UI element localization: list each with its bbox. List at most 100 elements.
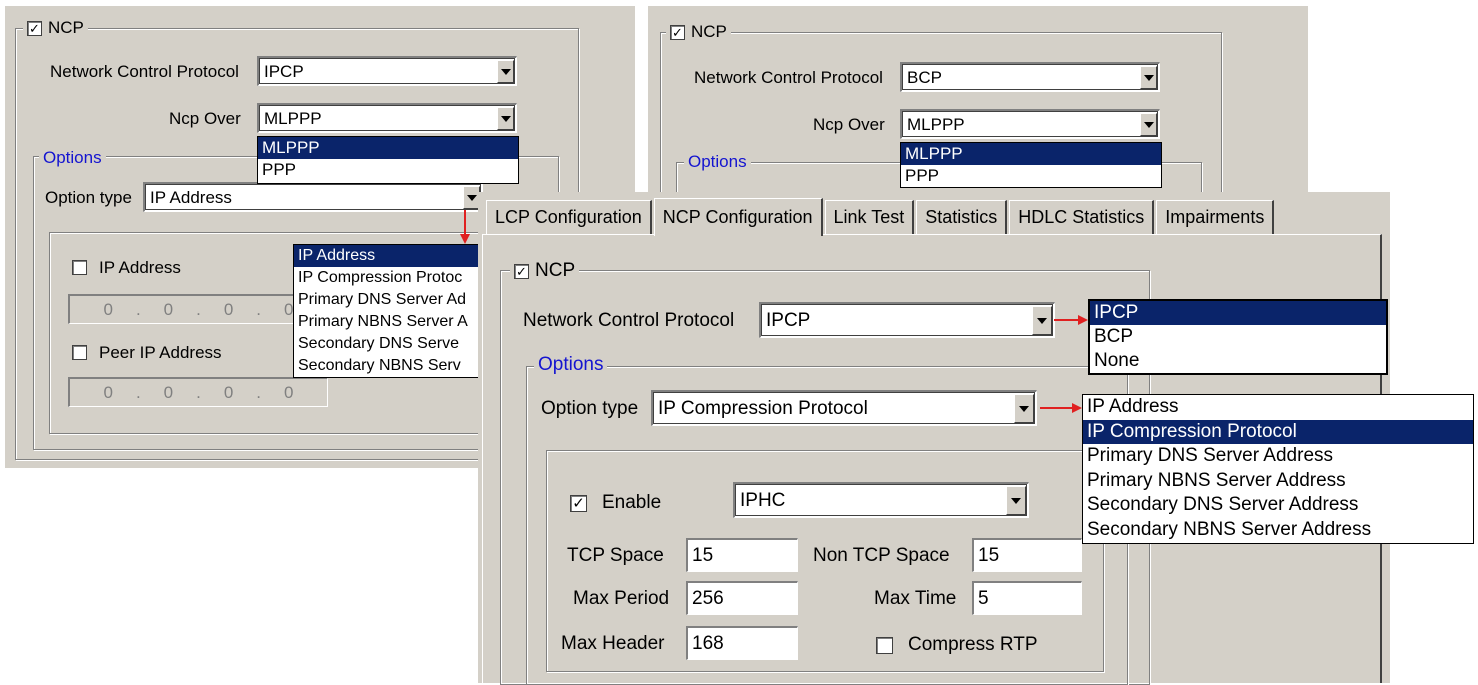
ncp-label: NCP — [535, 260, 576, 281]
octet: 0 — [103, 382, 113, 402]
option-type-dropdown-list[interactable]: IP Address IP Compression Protocol Prima… — [1082, 394, 1474, 544]
ncp-legend: ✓ NCP — [23, 18, 88, 38]
ncp-over-label: Ncp Over — [169, 109, 241, 128]
protocol-value: IPCP — [264, 61, 304, 81]
options-label: Options — [538, 354, 604, 375]
dropdown-option[interactable]: Primary DNS Server Address — [1083, 444, 1473, 469]
octet: 0 — [163, 299, 174, 319]
max-period-input[interactable]: 256 — [686, 581, 798, 615]
network-control-protocol-select[interactable]: BCP — [900, 62, 1160, 92]
dropdown-option[interactable]: IP Compression Protoc — [294, 267, 482, 289]
compression-type-select[interactable]: IPHC — [733, 482, 1029, 518]
tab-ncp-configuration[interactable]: NCP Configuration — [653, 198, 823, 236]
network-control-protocol-label: Network Control Protocol — [523, 310, 735, 331]
ncp-label: NCP — [48, 18, 84, 37]
option-type-select[interactable]: IP Address — [143, 182, 483, 212]
dropdown-option[interactable]: MLPPP — [258, 137, 518, 159]
dropdown-option[interactable]: Primary NBNS Server Address — [1083, 469, 1473, 494]
chevron-down-icon[interactable] — [1014, 394, 1034, 423]
option-type-select[interactable]: IP Compression Protocol — [651, 390, 1037, 426]
ncp-over-dropdown-list[interactable]: MLPPP PPP — [257, 136, 519, 184]
octet: 0 — [284, 382, 294, 402]
option-type-label: Option type — [45, 188, 132, 207]
chevron-down-icon[interactable] — [497, 60, 514, 83]
tab-bar: LCP Configuration NCP Configuration Link… — [486, 196, 1276, 236]
ncp-over-select[interactable]: MLPPP — [257, 103, 517, 133]
dropdown-option[interactable]: IP Address — [1083, 395, 1473, 420]
max-time-input[interactable]: 5 — [972, 581, 1082, 615]
octet: 0 — [223, 299, 234, 319]
chevron-down-icon[interactable] — [1140, 66, 1157, 89]
options-legend: Options — [684, 152, 751, 172]
ip-address-label: IP Address — [99, 258, 181, 277]
option-type-dropdown-list[interactable]: IP Address IP Compression Protoc Primary… — [293, 244, 483, 378]
chevron-down-icon[interactable] — [497, 107, 514, 130]
compress-rtp-label: Compress RTP — [908, 634, 1038, 655]
max-time-label: Max Time — [874, 588, 957, 609]
dropdown-option[interactable]: PPP — [258, 159, 518, 181]
dropdown-option[interactable]: Secondary DNS Server Address — [1083, 493, 1473, 518]
option-type-value: IP Compression Protocol — [658, 397, 868, 419]
protocol-dropdown-list[interactable]: IPCP BCP None — [1088, 299, 1388, 375]
options-label: Options — [688, 152, 747, 171]
option-type-value: IP Address — [150, 187, 232, 207]
max-header-input[interactable]: 168 — [686, 626, 798, 660]
dropdown-option[interactable]: None — [1090, 349, 1386, 373]
tab-statistics[interactable]: Statistics — [916, 200, 1008, 234]
octet: 0 — [163, 382, 174, 402]
ncp-over-dropdown-list[interactable]: MLPPP PPP — [900, 142, 1162, 188]
dropdown-option[interactable]: BCP — [1090, 325, 1386, 349]
octet: 0 — [103, 299, 113, 319]
dropdown-option[interactable]: Primary NBNS Server A — [294, 311, 482, 333]
middle-ncp-panel: ✓ NCP Network Control Protocol BCP Ncp O… — [648, 6, 1308, 204]
ncp-over-value: MLPPP — [264, 108, 322, 128]
ip-address-checkbox[interactable] — [72, 260, 87, 275]
ncp-label: NCP — [691, 22, 727, 41]
chevron-down-icon[interactable] — [1032, 306, 1052, 335]
tab-link-test[interactable]: Link Test — [824, 200, 915, 234]
non-tcp-space-label: Non TCP Space — [813, 545, 950, 566]
max-period-label: Max Period — [573, 588, 670, 609]
ncp-over-select[interactable]: MLPPP — [900, 109, 1160, 139]
chevron-down-icon[interactable] — [1140, 113, 1157, 136]
enable-checkbox[interactable]: ✓ — [570, 495, 587, 512]
tab-lcp-configuration[interactable]: LCP Configuration — [486, 200, 652, 234]
tab-impairments[interactable]: Impairments — [1156, 200, 1275, 234]
dropdown-option[interactable]: IP Compression Protocol — [1083, 419, 1473, 444]
tcp-space-label: TCP Space — [567, 545, 664, 566]
enable-label: Enable — [602, 492, 662, 513]
network-control-protocol-select[interactable]: IPCP — [257, 56, 517, 86]
ncp-legend: ✓ NCP — [666, 22, 731, 42]
dropdown-option[interactable]: Secondary NBNS Server Address — [1083, 518, 1473, 543]
ncp-checkbox[interactable]: ✓ — [514, 263, 529, 279]
tab-hdlc-statistics[interactable]: HDLC Statistics — [1009, 200, 1155, 234]
network-control-protocol-select[interactable]: IPCP — [759, 302, 1055, 338]
dropdown-option[interactable]: Secondary NBNS Serv — [294, 355, 482, 377]
options-legend: Options — [39, 148, 106, 168]
protocol-value: IPCP — [766, 309, 811, 331]
peer-ip-address-checkbox[interactable] — [72, 345, 87, 360]
ncp-legend: ✓ NCP — [510, 260, 580, 282]
arrow-icon — [460, 210, 470, 244]
network-control-protocol-label: Network Control Protocol — [694, 68, 883, 87]
ncp-checkbox[interactable]: ✓ — [27, 20, 42, 36]
non-tcp-space-input[interactable]: 15 — [972, 538, 1082, 572]
dropdown-option[interactable]: PPP — [901, 165, 1161, 187]
dropdown-option[interactable]: Secondary DNS Serve — [294, 333, 482, 355]
option-type-label: Option type — [541, 398, 639, 419]
dropdown-option[interactable]: MLPPP — [901, 143, 1161, 165]
ncp-over-value: MLPPP — [907, 114, 965, 134]
arrow-icon — [1040, 403, 1082, 413]
options-label: Options — [43, 148, 102, 167]
compress-rtp-checkbox[interactable] — [876, 637, 893, 654]
arrow-icon — [1054, 315, 1088, 325]
tcp-space-input[interactable]: 15 — [686, 538, 798, 572]
dropdown-option[interactable]: Primary DNS Server Ad — [294, 289, 482, 311]
chevron-down-icon[interactable] — [1006, 486, 1026, 515]
ncp-checkbox[interactable]: ✓ — [670, 24, 685, 40]
ip-address-field[interactable]: 0. 0. 0. 0 — [68, 294, 328, 324]
dropdown-option[interactable]: IPCP — [1090, 301, 1386, 325]
dropdown-option[interactable]: IP Address — [294, 245, 482, 267]
max-header-label: Max Header — [561, 633, 665, 654]
peer-ip-address-field[interactable]: 0. 0. 0. 0 — [68, 377, 328, 407]
